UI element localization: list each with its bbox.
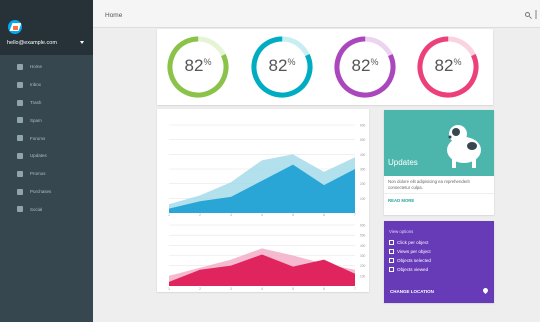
y-tick-label: 400 [360, 153, 366, 157]
scroll-edge [535, 10, 537, 19]
x-tick-label: 1 [168, 213, 170, 217]
updates-description: Non dolore elit adipisicing ea reprehend… [388, 179, 470, 190]
tag-icon [17, 170, 23, 177]
read-more-link[interactable]: READ MORE [388, 198, 414, 203]
gauge-value: 82% [434, 56, 462, 75]
sidebar: hello@example.com Home Inbox Trash Spam Foru… [0, 0, 93, 322]
account-header: hello@example.com [0, 0, 93, 55]
sidebar-item-promos[interactable]: Promos [0, 165, 93, 183]
avatar[interactable] [8, 20, 22, 34]
gauge-value: 82% [184, 56, 212, 75]
y-tick-label: 500 [360, 234, 366, 238]
change-location-button[interactable]: CHANGE LOCATION [390, 289, 434, 294]
sidebar-item-social[interactable]: Social [0, 200, 93, 218]
gauges-card: 82% 82% 82% 82% [157, 29, 493, 105]
updates-title: Updates [388, 158, 418, 167]
x-tick-label: 2 [199, 287, 201, 291]
sidebar-item-home[interactable]: Home [0, 58, 93, 76]
sidebar-item-label: Trash [30, 99, 42, 105]
search-icon[interactable] [525, 12, 530, 17]
updates-image: Updates [384, 110, 494, 176]
trash-icon [17, 99, 23, 106]
gauge: 82% [249, 34, 315, 100]
sidebar-item-inbox[interactable]: Inbox [0, 76, 93, 94]
sidebar-nav: Home Inbox Trash Spam Forums Updates Promos Pur… [0, 58, 93, 218]
x-tick-label: 6 [323, 287, 325, 291]
sidebar-item-label: Social [30, 206, 43, 212]
page-title: Home [105, 12, 123, 19]
forums-icon [17, 135, 23, 142]
view-options-card: View options Click per object Views per … [384, 221, 494, 303]
gauge: 82% [332, 34, 398, 100]
y-tick-label: 100 [360, 274, 366, 278]
sidebar-item-label: Forums [30, 135, 46, 141]
gauge-value: 82% [268, 56, 296, 75]
x-tick-label: 5 [292, 287, 294, 291]
updates-card: Updates Non dolore elit adipisicing ea r… [384, 110, 494, 215]
divider [384, 193, 494, 194]
x-tick-label: 1 [168, 287, 170, 291]
view-options-title: View options [389, 229, 414, 234]
y-tick-label: 600 [360, 224, 366, 228]
x-tick-label: 5 [292, 213, 294, 217]
inbox-icon [17, 81, 23, 88]
gauge: 82% [165, 34, 231, 100]
checkbox[interactable] [389, 249, 394, 254]
x-tick-label: 7 [354, 287, 356, 291]
y-tick-label: 400 [360, 244, 366, 248]
sidebar-item-trash[interactable]: Trash [0, 94, 93, 112]
y-tick-label: 500 [360, 138, 366, 142]
sidebar-item-spam[interactable]: Spam [0, 111, 93, 129]
people-icon [17, 206, 23, 213]
sidebar-item-label: Inbox [30, 82, 42, 88]
x-tick-label: 4 [261, 287, 263, 291]
x-tick-label: 2 [199, 213, 201, 217]
cart-icon [17, 188, 23, 195]
y-tick-label: 600 [360, 124, 366, 128]
account-email: hello@example.com [7, 40, 57, 46]
checkbox[interactable] [389, 267, 394, 272]
sidebar-item-purchases[interactable]: Purchases [0, 183, 93, 201]
y-tick-label: 200 [360, 264, 366, 268]
sidebar-item-updates[interactable]: Updates [0, 147, 93, 165]
y-tick-label: 100 [360, 197, 366, 201]
y-tick-label: 200 [360, 182, 366, 186]
x-tick-label: 4 [261, 213, 263, 217]
x-tick-label: 6 [323, 213, 325, 217]
option-objects-selected[interactable]: Objects selected [389, 257, 431, 264]
top-bar [93, 0, 540, 28]
checkbox[interactable] [389, 240, 394, 245]
option-views-per-object[interactable]: Views per object [389, 248, 431, 255]
home-icon [17, 64, 23, 70]
option-objects-viewed[interactable]: Objects viewed [389, 266, 428, 273]
option-click-per-object[interactable]: Click per object [389, 239, 428, 246]
sidebar-item-label: Purchases [30, 188, 52, 194]
chevron-down-icon[interactable] [80, 41, 84, 44]
location-pin-icon[interactable] [481, 286, 490, 295]
y-tick-label: 300 [360, 168, 366, 172]
flag-icon [17, 152, 23, 159]
gauge: 82% [415, 34, 481, 100]
checkbox[interactable] [389, 258, 394, 263]
sidebar-item-label: Promos [30, 171, 46, 177]
sidebar-item-label: Updates [30, 153, 47, 159]
y-tick-label: 300 [360, 254, 366, 258]
x-tick-label: 7 [354, 213, 356, 217]
sidebar-item-label: Spam [30, 117, 42, 123]
x-tick-label: 3 [230, 213, 232, 217]
area-charts: 600 500 400 300 200 100 1 2 3 4 5 6 7 600 500 400 300 200… [168, 124, 366, 292]
sidebar-item-forums[interactable]: Forums [0, 129, 93, 147]
sidebar-item-label: Home [30, 64, 43, 70]
charts-card: 600 500 400 300 200 100 1 2 3 4 5 6 7 600 500 400 300 200… [157, 109, 369, 292]
x-tick-label: 3 [230, 287, 232, 291]
gauge-value: 82% [351, 56, 379, 75]
spam-icon [17, 117, 23, 124]
